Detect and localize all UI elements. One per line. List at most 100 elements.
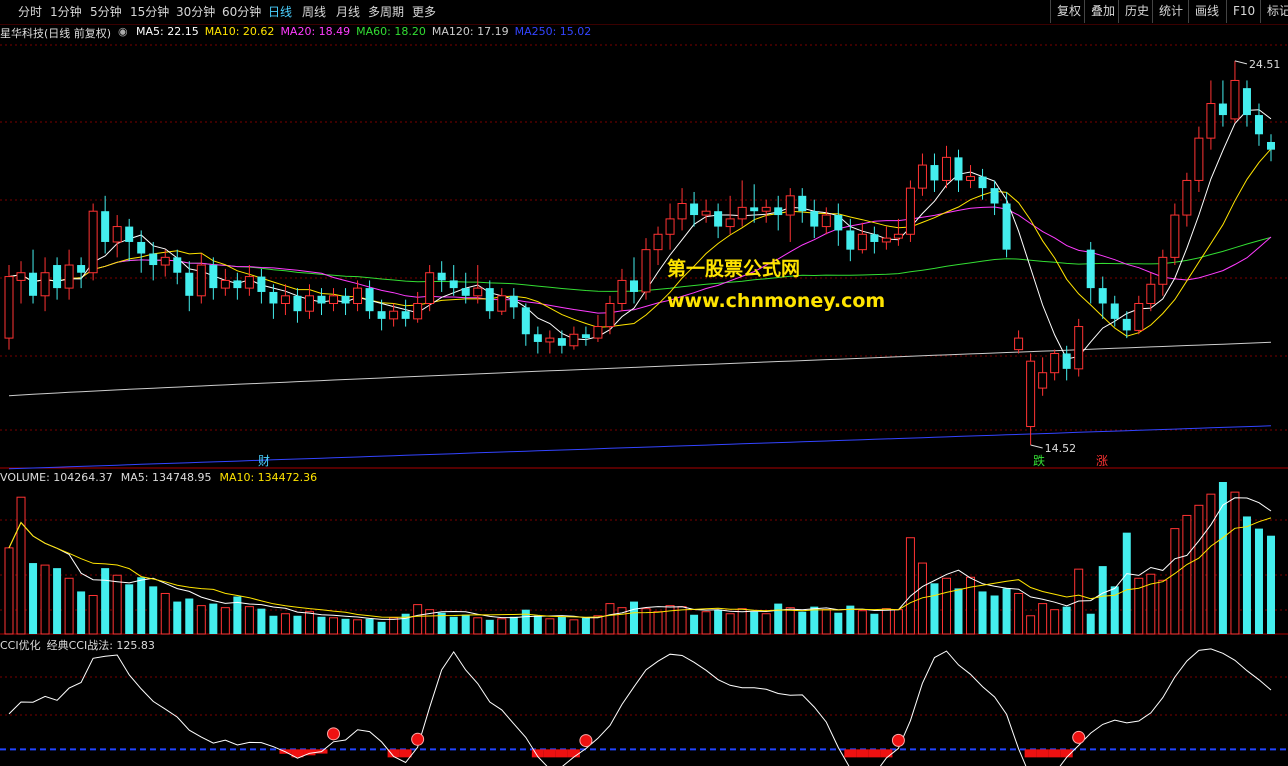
candle-body-14 xyxy=(173,257,182,273)
cci-oversold-bar-72 xyxy=(868,749,881,758)
candle-body-33 xyxy=(401,311,410,319)
price-chart[interactable]: 24.51 14.52 财 跌 涨 xyxy=(0,0,1288,766)
candle-body-66 xyxy=(798,195,807,212)
candle-body-17 xyxy=(209,265,218,289)
volume-bar-42 xyxy=(509,616,518,634)
low-price-label: 14.52 xyxy=(1045,442,1077,455)
cci-oversold-bar-71 xyxy=(856,749,869,758)
cci-oversold-bar-46 xyxy=(555,749,568,758)
candle-body-36 xyxy=(437,272,446,281)
candle-body-56 xyxy=(677,203,687,220)
candle-body-54 xyxy=(653,233,663,251)
candle-body-32 xyxy=(389,310,399,320)
candle-body-79 xyxy=(954,157,963,181)
volume-bar-100 xyxy=(1206,493,1216,635)
volume-bar-79 xyxy=(954,588,963,634)
candle-body-94 xyxy=(1134,302,1144,331)
volume-bar-29 xyxy=(353,619,363,635)
volume-bar-21 xyxy=(257,608,266,634)
volume-bar-103 xyxy=(1242,516,1251,634)
cci-oversold-bar-33 xyxy=(399,749,412,758)
candle-body-89 xyxy=(1074,326,1084,370)
volume-bar-15 xyxy=(185,598,194,634)
candle-body-53 xyxy=(641,249,651,293)
candle-body-65 xyxy=(785,195,795,216)
candle-body-78 xyxy=(941,156,951,181)
candle-body-26 xyxy=(317,295,326,304)
volume-bar-28 xyxy=(341,618,350,634)
volume-bar-52 xyxy=(629,601,638,634)
volume-bar-61 xyxy=(737,608,747,635)
candle-body-46 xyxy=(557,338,566,346)
candle-body-21 xyxy=(257,276,266,292)
high-price-label: 24.51 xyxy=(1249,58,1281,71)
candle-body-95 xyxy=(1146,283,1156,304)
candle-body-102 xyxy=(1230,79,1240,120)
candle-body-12 xyxy=(149,253,158,266)
volume-bar-87 xyxy=(1050,609,1060,635)
volume-bar-27 xyxy=(329,617,339,635)
candle-body-69 xyxy=(834,215,843,231)
volume-bar-3 xyxy=(40,564,50,635)
watermark-title: 第一股票公式网 xyxy=(667,258,801,280)
candle-body-57 xyxy=(690,203,699,216)
volume-bar-63 xyxy=(761,613,771,635)
volume-bar-43 xyxy=(521,609,530,634)
candle-body-91 xyxy=(1098,288,1107,304)
candle-body-3 xyxy=(40,272,50,297)
candle-body-103 xyxy=(1242,88,1251,116)
candle-body-31 xyxy=(377,311,386,319)
volume-bar-91 xyxy=(1098,566,1107,634)
volume-bar-64 xyxy=(774,603,783,634)
candle-body-49 xyxy=(593,326,603,339)
candle-body-6 xyxy=(77,265,86,273)
candle-body-25 xyxy=(304,295,314,312)
candle-body-60 xyxy=(725,218,735,228)
candle-body-8 xyxy=(101,211,110,242)
volume-bar-88 xyxy=(1062,606,1071,634)
candle-body-80 xyxy=(966,176,976,181)
volume-bar-72 xyxy=(870,613,879,634)
volume-bar-0 xyxy=(4,547,14,635)
candle-body-22 xyxy=(269,291,278,304)
candle-body-93 xyxy=(1122,318,1131,331)
cci-oversold-bar-45 xyxy=(543,749,556,758)
volume-bar-4 xyxy=(53,568,62,634)
volume-bar-2 xyxy=(29,563,38,634)
volume-bar-14 xyxy=(173,601,182,634)
volume-bar-46 xyxy=(557,616,566,634)
volume-bar-75 xyxy=(905,537,915,635)
cci-oversold-bar-47 xyxy=(567,749,580,758)
candle-body-28 xyxy=(341,295,350,304)
candle-body-5 xyxy=(64,264,74,289)
volume-bar-13 xyxy=(160,592,170,635)
candle-body-58 xyxy=(701,210,711,216)
candle-body-10 xyxy=(125,226,134,242)
high-arrow xyxy=(1234,60,1248,65)
watermark-url: www.chnmoney.com xyxy=(667,290,886,312)
volume-bar-84 xyxy=(1014,592,1024,635)
candle-body-15 xyxy=(185,272,194,296)
volume-bar-5 xyxy=(64,577,74,635)
candle-body-67 xyxy=(810,211,819,227)
event-marker-2: 涨 xyxy=(1096,453,1108,468)
volume-bar-97 xyxy=(1170,528,1180,635)
cci-oversold-bar-73 xyxy=(880,749,893,758)
volume-bar-16 xyxy=(196,605,206,635)
candle-body-18 xyxy=(220,279,230,289)
candle-body-20 xyxy=(244,276,254,289)
candle-body-104 xyxy=(1254,115,1263,135)
candle-body-98 xyxy=(1182,179,1192,216)
cci-oversold-bar-70 xyxy=(844,749,857,758)
volume-bar-1 xyxy=(16,496,26,635)
volume-bar-31 xyxy=(377,621,386,634)
candle-body-55 xyxy=(665,218,675,235)
cci-oversold-bar-85 xyxy=(1024,749,1037,758)
volume-bar-69 xyxy=(834,612,843,634)
volume-bar-34 xyxy=(413,604,423,635)
volume-bar-38 xyxy=(461,614,470,634)
volume-bar-62 xyxy=(750,611,759,634)
candle-body-40 xyxy=(485,288,494,312)
volume-bar-85 xyxy=(1026,615,1036,635)
volume-bar-68 xyxy=(821,609,831,635)
